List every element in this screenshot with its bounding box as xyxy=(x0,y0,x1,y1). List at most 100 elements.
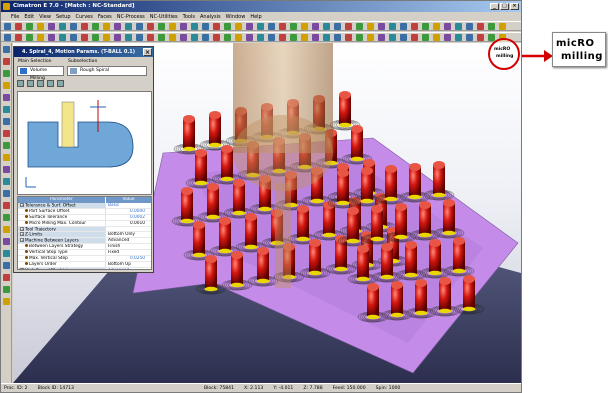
toolbar-icon[interactable] xyxy=(488,23,495,30)
toolbar-icon[interactable] xyxy=(444,23,451,30)
toolbar-icon[interactable] xyxy=(48,23,55,30)
expand-icon[interactable]: + xyxy=(20,232,24,237)
toolbar-icon[interactable] xyxy=(147,23,154,30)
toolbar-icon[interactable] xyxy=(455,23,462,30)
toolbar-icon[interactable] xyxy=(389,23,396,30)
left-tool-icon[interactable] xyxy=(3,214,10,221)
toolbar-icon[interactable] xyxy=(301,23,308,30)
toolbar-icon[interactable] xyxy=(268,23,275,30)
expand-icon[interactable]: + xyxy=(20,203,24,207)
parameter-value[interactable]: Advanced xyxy=(106,238,151,243)
toolbar-icon[interactable] xyxy=(103,23,110,30)
parameter-value[interactable]: 0.0000 xyxy=(106,209,151,214)
toolbar-icon[interactable] xyxy=(92,34,99,41)
left-tool-icon[interactable] xyxy=(3,130,10,137)
left-tool-icon[interactable] xyxy=(3,238,10,245)
expand-icon[interactable]: + xyxy=(20,267,24,269)
left-tool-icon[interactable] xyxy=(3,106,10,113)
toolbar-icon[interactable] xyxy=(202,34,209,41)
toolbar-icon[interactable] xyxy=(180,34,187,41)
toolbar-icon[interactable] xyxy=(114,34,121,41)
toolbar-icon[interactable] xyxy=(169,34,176,41)
options-icon[interactable] xyxy=(57,80,64,87)
toolbar-icon[interactable] xyxy=(246,34,253,41)
toolbar-icon[interactable] xyxy=(323,23,330,30)
toolbar-icon[interactable] xyxy=(235,23,242,30)
toolbar-icon[interactable] xyxy=(411,34,418,41)
toolbar-icon[interactable] xyxy=(290,34,297,41)
parameter-value[interactable]: 0.0250 xyxy=(106,256,151,261)
toolbar-icon[interactable] xyxy=(136,23,143,30)
toolbar-icon[interactable] xyxy=(147,34,154,41)
holder-icon[interactable] xyxy=(27,80,34,87)
toolbar-icon[interactable] xyxy=(290,23,297,30)
toolbar-icon[interactable] xyxy=(422,23,429,30)
parameter-value[interactable]: Finish xyxy=(106,244,151,249)
toolbar-icon[interactable] xyxy=(444,34,451,41)
toolbar-icon[interactable] xyxy=(268,34,275,41)
toolbar-icon[interactable] xyxy=(169,23,176,30)
close-button[interactable]: × xyxy=(510,3,519,10)
toolbar-icon[interactable] xyxy=(455,34,462,41)
left-tool-icon[interactable] xyxy=(3,286,10,293)
expand-icon[interactable]: + xyxy=(20,238,24,243)
left-tool-icon[interactable] xyxy=(3,94,10,101)
toolbar-icon[interactable] xyxy=(466,23,473,30)
part-icon[interactable] xyxy=(37,80,44,87)
menu-analysis[interactable]: Analysis xyxy=(200,14,221,20)
toolbar-icon[interactable] xyxy=(4,23,11,30)
parameter-value[interactable]: Advanced xyxy=(106,268,151,269)
toolbar-icon[interactable] xyxy=(400,34,407,41)
toolbar-icon[interactable] xyxy=(213,23,220,30)
toolbar-icon[interactable] xyxy=(92,23,99,30)
left-tool-icon[interactable] xyxy=(3,202,10,209)
expand-icon[interactable]: + xyxy=(20,226,24,231)
left-tool-icon[interactable] xyxy=(3,178,10,185)
stock-icon[interactable] xyxy=(47,80,54,87)
left-tool-icon[interactable] xyxy=(3,166,10,173)
toolbar-icon[interactable] xyxy=(279,34,286,41)
toolbar-icon[interactable] xyxy=(37,23,44,30)
toolbar-icon[interactable] xyxy=(345,34,352,41)
toolbar-icon[interactable] xyxy=(411,23,418,30)
toolbar-icon[interactable] xyxy=(312,23,319,30)
toolbar-icon[interactable] xyxy=(312,34,319,41)
toolbar-icon[interactable] xyxy=(378,23,385,30)
toolbar-icon[interactable] xyxy=(301,34,308,41)
toolbar-icon[interactable] xyxy=(433,34,440,41)
toolbar-icon[interactable] xyxy=(477,23,484,30)
parameter-value[interactable]: Fixed xyxy=(106,250,151,255)
toolbar-icon[interactable] xyxy=(70,34,77,41)
left-tool-icon[interactable] xyxy=(3,82,10,89)
menu-faces[interactable]: Faces xyxy=(98,14,112,20)
toolbar-icon[interactable] xyxy=(334,23,341,30)
menu-view[interactable]: View xyxy=(39,14,51,20)
maximize-button[interactable]: □ xyxy=(500,3,509,10)
toolbar-icon[interactable] xyxy=(499,23,506,30)
toolbar-icon[interactable] xyxy=(125,34,132,41)
toolbar-icon[interactable] xyxy=(26,23,33,30)
toolbar-icon[interactable] xyxy=(59,23,66,30)
menu-window[interactable]: Window xyxy=(226,14,246,20)
toolbar-icon[interactable] xyxy=(191,34,198,41)
toolbar-icon[interactable] xyxy=(433,23,440,30)
toolbar-icon[interactable] xyxy=(367,23,374,30)
left-tool-icon[interactable] xyxy=(3,274,10,281)
menu-setup[interactable]: Setup xyxy=(56,14,71,20)
toolbar-icon[interactable] xyxy=(114,23,121,30)
toolbar-icon[interactable] xyxy=(477,34,484,41)
menu-edit[interactable]: Edit xyxy=(24,14,34,20)
toolbar-icon[interactable] xyxy=(70,23,77,30)
toolbar-icon[interactable] xyxy=(158,34,165,41)
toolbar-icon[interactable] xyxy=(59,34,66,41)
toolbar-icon[interactable] xyxy=(191,23,198,30)
toolbar-icon[interactable] xyxy=(389,34,396,41)
toolbar-icon[interactable] xyxy=(279,23,286,30)
parameter-row[interactable]: +High Speed MachiningAdvanced xyxy=(18,267,151,269)
tool-icon[interactable] xyxy=(17,80,24,87)
parameter-value[interactable]: 0.0010 xyxy=(106,221,151,226)
left-tool-icon[interactable] xyxy=(3,298,10,305)
menu-nc-process[interactable]: NC-Process xyxy=(117,14,145,20)
parameter-value[interactable]: Bottom Up xyxy=(106,262,151,267)
dialog-close-button[interactable]: × xyxy=(143,48,152,56)
